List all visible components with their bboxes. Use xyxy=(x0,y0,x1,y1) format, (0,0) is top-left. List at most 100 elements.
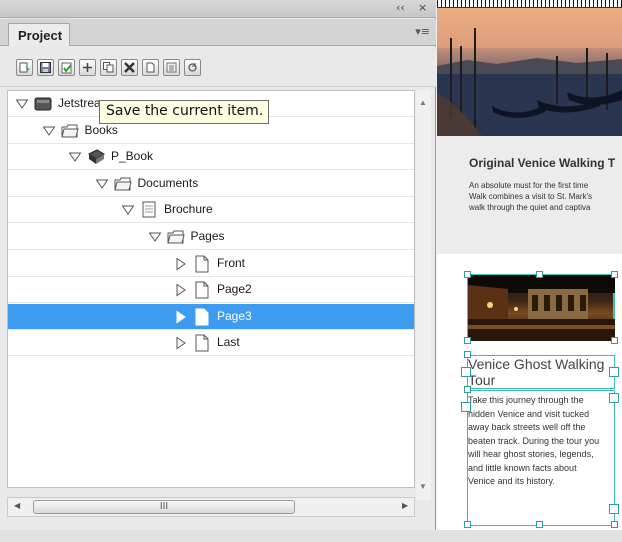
properties-icon[interactable] xyxy=(163,59,180,76)
venice-gondolas-photo xyxy=(437,8,622,136)
tree-item-label: Page2 xyxy=(217,282,252,297)
horizontal-scroll-thumb[interactable]: III xyxy=(33,500,295,514)
project-panel: ‹‹ × Project ▾≡ Jetstrea Books P_Book Do… xyxy=(0,0,436,530)
document-icon xyxy=(142,201,156,218)
tree-item-label: Jetstrea xyxy=(58,96,101,110)
resize-handle[interactable] xyxy=(609,504,619,514)
tour-description-line: walk through the quiet and captiva xyxy=(469,203,591,212)
resize-handle[interactable] xyxy=(461,402,471,412)
project-toolbar xyxy=(0,47,436,87)
tab-project[interactable]: Project xyxy=(8,23,70,46)
ghost-body-line: beaten track. During the tour you xyxy=(468,435,600,446)
ruler xyxy=(437,0,622,8)
resize-handle[interactable] xyxy=(464,386,471,393)
tree-row-front[interactable]: Front xyxy=(8,251,414,277)
panel-title-bar: ‹‹ × xyxy=(0,0,436,18)
close-panel-icon[interactable]: × xyxy=(418,1,427,14)
tree-item-label: Last xyxy=(217,335,240,350)
tree-row-page3[interactable]: Page3 xyxy=(8,303,414,330)
vertical-scrollbar[interactable]: ▲ ▼ xyxy=(416,90,431,500)
tree-row-brochure[interactable]: Brochure xyxy=(8,197,414,224)
ghost-body-line: Take this journey through the xyxy=(468,395,584,405)
expanded-triangle-icon[interactable] xyxy=(122,204,135,217)
window-bottom-edge xyxy=(0,530,622,542)
folder-icon xyxy=(113,177,132,191)
duplicate-icon[interactable] xyxy=(100,59,117,76)
tree-item-label: P_Book xyxy=(111,149,154,164)
page-icon xyxy=(195,334,209,352)
tree-item-label: Page3 xyxy=(217,308,252,323)
save-tooltip: Save the current item. xyxy=(99,100,270,124)
resize-handle[interactable] xyxy=(611,337,618,344)
expanded-triangle-icon[interactable] xyxy=(16,98,29,111)
tree-item-label: Books xyxy=(84,122,118,137)
panel-tab-row: Project ▾≡ xyxy=(0,19,436,46)
resize-handle[interactable] xyxy=(464,271,471,278)
scroll-right-icon[interactable]: ▶ xyxy=(402,501,408,510)
ghost-body-line: and little known facts about xyxy=(468,462,577,473)
expanded-triangle-icon[interactable] xyxy=(42,125,56,138)
resize-handle[interactable] xyxy=(609,393,619,403)
collapse-panel-icon[interactable]: ‹‹ xyxy=(396,1,405,14)
ghost-title-line: Tour xyxy=(468,372,496,388)
tree-row-last[interactable]: Last xyxy=(8,330,414,357)
tree-row-page2[interactable]: Page2 xyxy=(8,277,414,304)
resize-handle[interactable] xyxy=(461,367,471,377)
resize-handle[interactable] xyxy=(536,271,543,278)
project-tree: Jetstrea Books P_Book Documents Brochure Page… xyxy=(7,90,415,488)
resize-handle[interactable] xyxy=(464,351,471,358)
tree-item-label: Brochure xyxy=(164,202,213,217)
new-item-icon[interactable] xyxy=(16,59,33,76)
collapsed-triangle-icon[interactable] xyxy=(175,257,188,271)
scroll-up-icon[interactable]: ▲ xyxy=(419,98,427,107)
collapsed-triangle-icon[interactable] xyxy=(175,284,188,297)
layout-preview: Original Venice Walking T An absolute mu… xyxy=(437,0,622,542)
tour-description-line: Walk combines a visit to St. Mark's xyxy=(469,192,593,201)
resize-handle[interactable] xyxy=(464,521,471,528)
panel-menu-icon[interactable]: ▾≡ xyxy=(415,25,430,38)
page-icon xyxy=(195,281,209,299)
collapsed-triangle-icon[interactable] xyxy=(175,337,188,350)
resize-handle[interactable] xyxy=(464,337,471,344)
resize-handle[interactable] xyxy=(611,271,618,278)
ghost-tour-description: Take this journey through the hidden Ven… xyxy=(468,394,620,489)
ghost-tour-photo xyxy=(467,274,615,341)
tree-item-label: Front xyxy=(217,255,246,270)
tour-title: Original Venice Walking T xyxy=(469,156,616,170)
resize-handle[interactable] xyxy=(609,367,619,377)
ghost-body-line: away back streets well off the xyxy=(468,422,586,432)
page-icon xyxy=(195,255,209,273)
save-icon[interactable] xyxy=(37,59,54,76)
scroll-down-icon[interactable]: ▼ xyxy=(419,482,427,491)
resize-handle[interactable] xyxy=(611,521,618,528)
tour-description: An absolute must for the first time Walk… xyxy=(469,180,622,213)
folder-icon xyxy=(60,124,79,138)
refresh-icon[interactable] xyxy=(184,59,201,76)
tree-item-label: Pages xyxy=(190,229,225,243)
ghost-tour-title: Venice Ghost Walking Tour xyxy=(468,356,618,388)
page-icon[interactable] xyxy=(142,59,159,76)
ghost-title-line: Venice Ghost Walking xyxy=(468,356,605,372)
tree-item-label: Documents xyxy=(137,175,199,190)
horizontal-scrollbar[interactable]: ◀ III ▶ xyxy=(7,497,415,517)
expanded-triangle-icon[interactable] xyxy=(148,231,162,244)
add-icon[interactable] xyxy=(79,59,96,76)
app-window: ‹‹ × Project ▾≡ Jetstrea Books P_Book Do… xyxy=(0,0,622,542)
ghost-body-line: hidden Venice and visit tucked xyxy=(468,408,590,419)
scroll-left-icon[interactable]: ◀ xyxy=(14,501,20,510)
delete-icon[interactable] xyxy=(121,59,138,76)
ghost-body-line: Venice and its history. xyxy=(468,476,555,486)
tree-row-p-book[interactable]: P_Book xyxy=(8,144,414,171)
page-icon xyxy=(195,308,209,326)
server-icon xyxy=(34,97,52,111)
tree-row-pages[interactable]: Pages xyxy=(8,224,414,250)
tree-row-documents[interactable]: Documents xyxy=(8,171,414,197)
expanded-triangle-icon[interactable] xyxy=(69,151,82,164)
expanded-triangle-icon[interactable] xyxy=(95,178,109,191)
validate-icon[interactable] xyxy=(58,59,75,76)
resize-handle[interactable] xyxy=(536,521,543,528)
tour-description-line: An absolute must for the first time xyxy=(469,181,589,190)
collapsed-triangle-icon[interactable] xyxy=(175,310,188,324)
ghost-body-line: will hear ghost stories, legends, xyxy=(468,449,594,459)
tour-info-block: Original Venice Walking T An absolute mu… xyxy=(437,136,622,254)
